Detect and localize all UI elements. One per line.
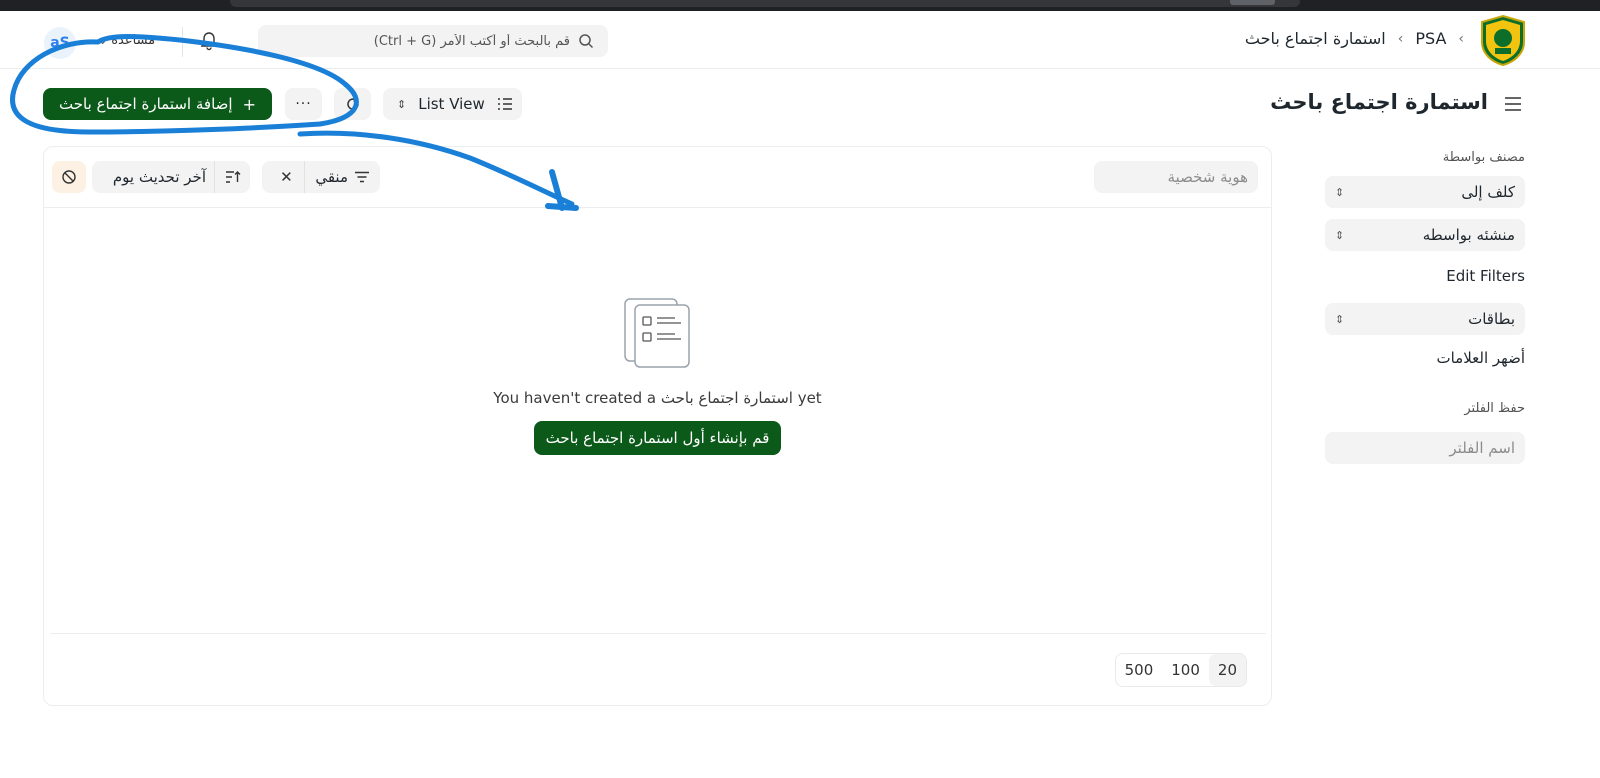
list-icon bbox=[497, 98, 512, 110]
bell-icon[interactable] bbox=[200, 31, 218, 51]
list-view-selector[interactable]: ⇕ List View bbox=[383, 88, 522, 120]
page-header: + إضافة استمارة اجتماع باحث ··· ⇕ List V… bbox=[0, 88, 1600, 124]
help-dropdown[interactable]: ⌄ مساعدة bbox=[98, 33, 155, 48]
sort-order-icon[interactable] bbox=[214, 161, 250, 193]
tags-label: بطاقات bbox=[1468, 310, 1515, 328]
created-by-label: منشئه بواسطه bbox=[1422, 226, 1515, 244]
assigned-to-label: كلف إلى bbox=[1461, 183, 1515, 201]
more-actions-button[interactable]: ··· bbox=[285, 88, 322, 120]
tags-select[interactable]: بطاقات ⇕ bbox=[1325, 303, 1525, 335]
empty-state: You haven't created a استمارة اجتماع باح… bbox=[44, 297, 1271, 455]
save-filter-label: حفظ الفلتر bbox=[1464, 401, 1525, 416]
list-frame: منقي ✕ آخر تحديث يوم You haven't created… bbox=[43, 146, 1272, 706]
show-tags-link[interactable]: أضهر العلامات bbox=[1325, 349, 1525, 367]
avatar[interactable]: aS bbox=[44, 27, 76, 59]
reload-button[interactable] bbox=[334, 88, 371, 120]
chevron-updown-icon: ⇕ bbox=[1335, 185, 1345, 199]
filter-label: منقي bbox=[315, 168, 348, 186]
created-by-select[interactable]: منشئه بواسطه ⇕ bbox=[1325, 219, 1525, 251]
breadcrumb-current[interactable]: استمارة اجتماع باحث bbox=[1245, 29, 1386, 48]
search-bar[interactable] bbox=[258, 25, 608, 57]
filter-name-input[interactable] bbox=[1325, 432, 1525, 464]
filter-row: منقي ✕ آخر تحديث يوم bbox=[44, 147, 1271, 208]
filter-button[interactable]: منقي bbox=[304, 161, 380, 193]
breadcrumb-separator: › bbox=[1397, 30, 1404, 47]
sidebar: مصنف بواسطة كلف إلى ⇕ منشئه بواسطه ⇕ Edi… bbox=[1325, 140, 1525, 464]
empty-list-icon bbox=[623, 298, 690, 368]
browser-tab[interactable] bbox=[230, 0, 1300, 7]
filter-chip[interactable]: منقي ✕ bbox=[262, 161, 380, 193]
page-size-100[interactable]: 100 bbox=[1162, 654, 1209, 686]
navbar: aS ⌄ مساعدة › PSA › استمارة اجتماع باحث bbox=[0, 11, 1600, 69]
browser-tab-strip bbox=[0, 0, 1600, 11]
sort-label[interactable]: آخر تحديث يوم bbox=[92, 168, 214, 186]
assigned-to-select[interactable]: كلف إلى ⇕ bbox=[1325, 176, 1525, 208]
refresh-icon bbox=[346, 97, 359, 110]
footer-divider bbox=[50, 633, 1266, 634]
add-record-label: إضافة استمارة اجتماع باحث bbox=[59, 95, 233, 113]
page-title: استمارة اجتماع باحث bbox=[1270, 90, 1488, 114]
view-label: List View bbox=[418, 95, 485, 113]
search-icon bbox=[579, 34, 594, 49]
filter-icon bbox=[355, 171, 369, 183]
navbar-divider bbox=[182, 27, 183, 57]
add-record-button[interactable]: + إضافة استمارة اجتماع باحث bbox=[43, 88, 272, 120]
chevron-updown-icon: ⇕ bbox=[1335, 312, 1345, 326]
help-label: مساعدة bbox=[111, 33, 156, 48]
search-input[interactable] bbox=[320, 33, 570, 49]
breadcrumb: › PSA › استمارة اجتماع باحث bbox=[1245, 29, 1464, 48]
edit-filters-link[interactable]: Edit Filters bbox=[1325, 267, 1525, 285]
chevron-updown-icon: ⇕ bbox=[1335, 228, 1345, 242]
id-filter-input[interactable] bbox=[1094, 161, 1258, 193]
page-size-20[interactable]: 20 bbox=[1208, 654, 1246, 686]
sidebar-toggle-icon[interactable] bbox=[1504, 96, 1522, 112]
page-size-selector: 20 100 500 bbox=[1114, 653, 1247, 687]
clear-filter-icon[interactable]: ✕ bbox=[268, 168, 304, 186]
chevron-down-icon: ⌄ bbox=[98, 34, 108, 47]
empty-message: You haven't created a استمارة اجتماع باح… bbox=[493, 389, 822, 407]
no-results-toggle-icon[interactable] bbox=[52, 161, 86, 193]
classified-by-label: مصنف بواسطة bbox=[1442, 150, 1525, 165]
breadcrumb-psa[interactable]: PSA bbox=[1415, 29, 1446, 48]
sort-updown-icon: ⇕ bbox=[397, 97, 407, 111]
sort-chip[interactable]: آخر تحديث يوم bbox=[92, 161, 250, 193]
tab-indicator bbox=[1230, 0, 1275, 5]
create-first-button[interactable]: قم بإنشاء أول استمارة اجتماع باحث bbox=[533, 421, 782, 455]
page-size-500[interactable]: 500 bbox=[1116, 654, 1163, 686]
app-logo[interactable] bbox=[1480, 14, 1526, 66]
breadcrumb-separator: › bbox=[1458, 30, 1464, 47]
plus-icon: + bbox=[242, 94, 256, 114]
